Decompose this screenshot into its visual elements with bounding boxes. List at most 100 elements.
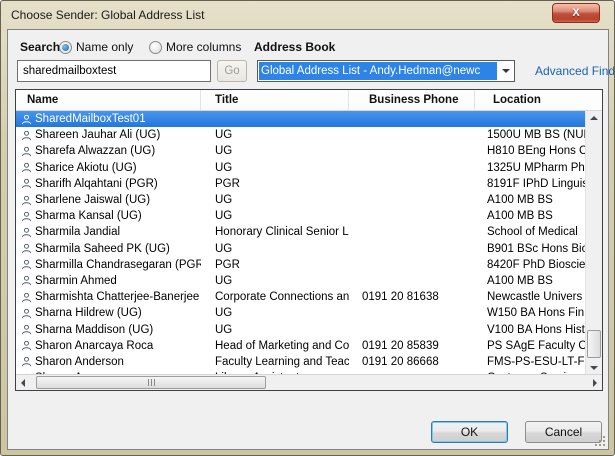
contact-name: Sharmila Jandial <box>35 226 120 238</box>
table-row[interactable]: Sharmishta Chatterjee-Banerjee Corporate… <box>16 289 585 305</box>
contact-name: Sharma Kansal (UG) <box>35 210 142 222</box>
person-icon <box>21 195 32 206</box>
table-row[interactable]: Shareen Jauhar Ali (UG) UG 1500U MB BS (… <box>16 127 585 143</box>
list-rows: SharedMailboxTest01 Shareen Jauhar Ali (… <box>16 111 585 374</box>
contact-title: UG <box>201 307 349 319</box>
contact-name: Sharefa Alwazzan (UG) <box>35 145 155 157</box>
person-icon <box>21 114 32 125</box>
contact-name: SharedMailboxTest01 <box>35 113 146 125</box>
table-row[interactable]: Sharma Kansal (UG) UG A100 MB BS <box>16 208 585 224</box>
contact-name: Sharna Hildrew (UG) <box>35 307 142 319</box>
radio-name-only-label[interactable]: Name only <box>76 40 133 54</box>
contact-location: A100 MB BS <box>475 210 585 222</box>
address-book-selected-value: Global Address List - Andy.Hedman@newc <box>259 62 497 80</box>
contact-name: Sharmishta Chatterjee-Banerjee <box>35 291 199 303</box>
contact-business-phone: 0191 20 86668 <box>349 356 475 368</box>
search-input[interactable] <box>17 60 211 82</box>
advanced-find-link[interactable]: Advanced Find <box>535 64 615 78</box>
contact-location: H810 BEng Hons C <box>475 145 585 157</box>
ok-button[interactable]: OK <box>431 421 508 443</box>
table-row[interactable]: Sharna Maddison (UG) UG V100 BA Hons His… <box>16 321 585 337</box>
contact-business-phone: 0191 20 85839 <box>349 340 475 352</box>
table-row[interactable]: Sharon Anderson Faculty Learning and Tea… <box>16 354 585 370</box>
contact-title: UG <box>201 129 349 141</box>
contact-location: PS SAgE Faculty Of <box>475 340 585 352</box>
contact-name: Sharice Akiotu (UG) <box>35 162 137 174</box>
person-icon <box>21 227 32 238</box>
person-icon <box>21 162 32 173</box>
dialog-body: Search: Name only More columns Address B… <box>7 29 609 450</box>
contact-title: Corporate Connections an... <box>201 291 349 303</box>
contact-title: UG <box>201 275 349 287</box>
cancel-button[interactable]: Cancel <box>525 421 602 443</box>
contact-location: W150 BA Hons Fin <box>475 307 585 319</box>
table-row[interactable]: Sharlene Jaiswal (UG) UG A100 MB BS <box>16 192 585 208</box>
column-header-title[interactable]: Title <box>201 90 349 110</box>
contact-title: PGR <box>201 178 349 190</box>
list-body: SharedMailboxTest01 Shareen Jauhar Ali (… <box>16 111 602 374</box>
table-row[interactable]: Sharon Anarcaya Roca Head of Marketing a… <box>16 338 585 354</box>
contact-location: 8191F IPhD Linguis <box>475 178 585 190</box>
dropdown-arrow-button[interactable] <box>498 61 514 81</box>
column-header-location[interactable]: Location <box>475 90 602 110</box>
contact-location: V100 BA Hons Hist <box>475 324 585 336</box>
thumb-grip-icon <box>151 379 152 386</box>
address-book-dropdown[interactable]: Global Address List - Andy.Hedman@newc <box>257 60 515 82</box>
vertical-scrollbar-thumb[interactable] <box>587 330 601 358</box>
resize-grip-icon[interactable] <box>595 436 606 447</box>
column-header-business-phone[interactable]: Business Phone <box>349 90 475 110</box>
contact-location: Newcastle Univers <box>475 291 585 303</box>
radio-name-only[interactable] <box>59 41 72 54</box>
scroll-left-icon[interactable] <box>21 379 25 387</box>
dialog-title: Choose Sender: Global Address List <box>11 8 204 22</box>
contact-title: UG <box>201 162 349 174</box>
address-list: Name Title Business Phone Location Share… <box>15 89 603 391</box>
contact-business-phone: 0191 20 81638 <box>349 291 475 303</box>
table-row[interactable]: Sharmila Saheed PK (UG) UG B901 BSc Hons… <box>16 241 585 257</box>
table-row[interactable]: SharedMailboxTest01 <box>16 111 585 127</box>
close-icon: X <box>572 7 579 19</box>
horizontal-scrollbar[interactable] <box>16 374 602 390</box>
vertical-scrollbar[interactable] <box>585 111 602 374</box>
table-row[interactable]: Sharna Hildrew (UG) UG W150 BA Hons Fin <box>16 305 585 321</box>
person-icon <box>21 178 32 189</box>
contact-title: Head of Marketing and Co... <box>201 340 349 352</box>
contact-name: Sharlene Jaiswal (UG) <box>35 194 150 206</box>
contact-title: UG <box>201 324 349 336</box>
contact-location: School of Medical <box>475 226 585 238</box>
contact-name: Sharon Anderson <box>35 356 124 368</box>
contact-name: Shareen Jauhar Ali (UG) <box>35 129 160 141</box>
contact-name: Sharmila Saheed PK (UG) <box>35 243 170 255</box>
scroll-up-icon[interactable] <box>590 116 598 120</box>
table-row[interactable]: Sharmila Jandial Honorary Clinical Senio… <box>16 224 585 240</box>
table-row[interactable]: Sharice Akiotu (UG) UG 1325U MPharm Ph <box>16 160 585 176</box>
table-row[interactable]: Sharmilla Chandrasegaran (PGR) PGR 8420F… <box>16 257 585 273</box>
person-icon <box>21 211 32 222</box>
contact-title: UG <box>201 194 349 206</box>
table-row[interactable]: Sharifh Alqahtani (PGR) PGR 8191F IPhD L… <box>16 176 585 192</box>
contact-title: Faculty Learning and Teac... <box>201 356 349 368</box>
contact-name: Sharmilla Chandrasegaran (PGR) <box>35 259 201 271</box>
person-icon <box>21 340 32 351</box>
scroll-down-icon[interactable] <box>590 366 598 370</box>
table-row[interactable]: Sharmin Ahmed UG A100 MB BS <box>16 273 585 289</box>
contact-location: A100 MB BS <box>475 194 585 206</box>
title-bar[interactable]: Choose Sender: Global Address List X <box>1 1 614 29</box>
contact-title: UG <box>201 145 349 157</box>
radio-more-columns-label[interactable]: More columns <box>166 40 241 54</box>
column-header-name[interactable]: Name <box>16 90 201 110</box>
contact-title: Honorary Clinical Senior Le... <box>201 226 349 238</box>
horizontal-scrollbar-thumb[interactable] <box>36 376 266 389</box>
table-row[interactable]: Sharefa Alwazzan (UG) UG H810 BEng Hons … <box>16 143 585 159</box>
address-book-label: Address Book <box>254 40 335 54</box>
contact-location: A100 MB BS <box>475 275 585 287</box>
contact-location: B901 BSc Hons Bio <box>475 243 585 255</box>
radio-more-columns[interactable] <box>149 41 162 54</box>
person-icon <box>21 243 32 254</box>
scroll-right-icon[interactable] <box>593 379 597 387</box>
go-button[interactable]: Go <box>217 60 247 82</box>
person-icon <box>21 324 32 335</box>
chevron-down-icon <box>502 69 510 73</box>
close-button[interactable]: X <box>552 3 600 23</box>
person-icon <box>21 146 32 157</box>
